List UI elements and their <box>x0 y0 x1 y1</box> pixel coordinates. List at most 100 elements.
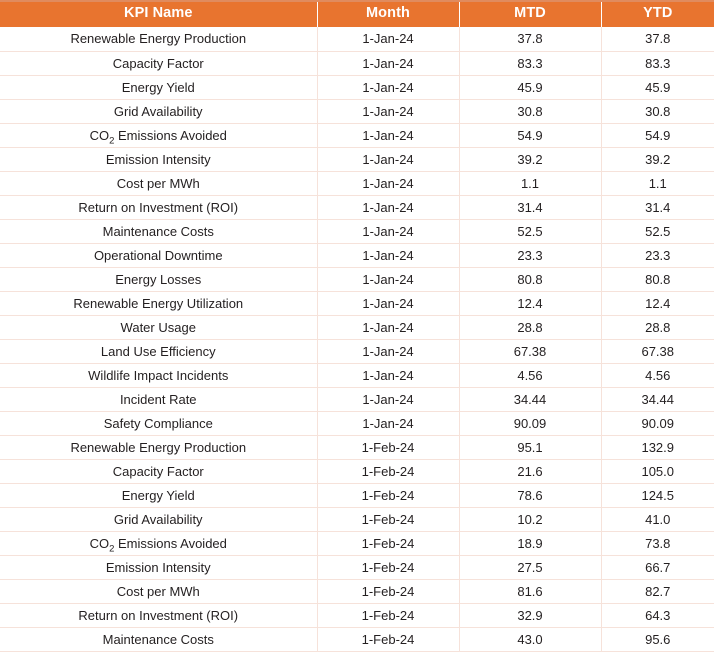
cell-kpi-name: Return on Investment (ROI) <box>0 195 318 220</box>
cell-kpi-name: Renewable Energy Utilization <box>0 291 318 316</box>
cell-month: 1-Feb-24 <box>317 483 460 508</box>
cell-mtd: 90.09 <box>459 411 602 436</box>
cell-ytd: 37.8 <box>601 27 714 52</box>
table-row[interactable]: Emission Intensity 1-Jan-24 39.2 39.2 <box>0 147 714 172</box>
table-row[interactable]: Renewable Energy Production 1-Jan-24 37.8 3… <box>0 27 714 52</box>
cell-month: 1-Feb-24 <box>317 627 460 652</box>
table-row[interactable]: Capacity Factor 1-Jan-24 83.3 83.3 <box>0 51 714 76</box>
table-row[interactable]: Maintenance Costs 1-Jan-24 52.5 52.5 <box>0 219 714 244</box>
cell-month: 1-Jan-24 <box>317 339 460 364</box>
cell-month: 1-Feb-24 <box>317 435 460 460</box>
cell-mtd: 78.6 <box>459 483 602 508</box>
cell-mtd: 34.44 <box>459 387 602 412</box>
cell-ytd: 39.2 <box>601 147 714 172</box>
cell-mtd: 83.3 <box>459 51 602 76</box>
cell-month: 1-Jan-24 <box>317 51 460 76</box>
table-row[interactable]: Emission Intensity 1-Feb-24 27.5 66.7 <box>0 555 714 580</box>
cell-ytd: 66.7 <box>601 555 714 580</box>
table-row[interactable]: Incident Rate 1-Jan-24 34.44 34.44 <box>0 387 714 412</box>
cell-kpi-name: Cost per MWh <box>0 579 318 604</box>
cell-month: 1-Jan-24 <box>317 291 460 316</box>
cell-mtd: 18.9 <box>459 531 602 556</box>
cell-month: 1-Jan-24 <box>317 387 460 412</box>
cell-ytd: 95.6 <box>601 627 714 652</box>
column-header-month[interactable]: Month <box>317 0 460 27</box>
table-row[interactable]: Energy Yield 1-Jan-24 45.9 45.9 <box>0 75 714 100</box>
table-row[interactable]: Renewable Energy Utilization 1-Jan-24 12.4… <box>0 291 714 316</box>
table-row[interactable]: Return on Investment (ROI) 1-Jan-24 31.4 31… <box>0 195 714 220</box>
cell-month: 1-Feb-24 <box>317 459 460 484</box>
table-row[interactable]: Wildlife Impact Incidents 1-Jan-24 4.56 4.5… <box>0 363 714 388</box>
cell-kpi-name: Incident Rate <box>0 387 318 412</box>
table-row[interactable]: Grid Availability 1-Feb-24 10.2 41.0 <box>0 507 714 532</box>
cell-mtd: 30.8 <box>459 99 602 124</box>
cell-mtd: 39.2 <box>459 147 602 172</box>
cell-month: 1-Jan-24 <box>317 147 460 172</box>
cell-ytd: 67.38 <box>601 339 714 364</box>
cell-ytd: 64.3 <box>601 603 714 628</box>
cell-kpi-name: Water Usage <box>0 315 318 340</box>
table-row[interactable]: Capacity Factor 1-Feb-24 21.6 105.0 <box>0 459 714 484</box>
cell-month: 1-Feb-24 <box>317 531 460 556</box>
cell-month: 1-Jan-24 <box>317 27 460 52</box>
table-row[interactable]: Renewable Energy Production 1-Feb-24 95.1 1… <box>0 435 714 460</box>
cell-ytd: 45.9 <box>601 75 714 100</box>
table-row[interactable]: Energy Yield 1-Feb-24 78.6 124.5 <box>0 483 714 508</box>
cell-ytd: 23.3 <box>601 243 714 268</box>
table-row[interactable]: Cost per MWh 1-Jan-24 1.1 1.1 <box>0 171 714 196</box>
cell-mtd: 43.0 <box>459 627 602 652</box>
cell-kpi-name: CO2 Emissions Avoided <box>0 531 318 556</box>
cell-kpi-name: Renewable Energy Production <box>0 27 318 52</box>
cell-mtd: 27.5 <box>459 555 602 580</box>
cell-kpi-name: Grid Availability <box>0 99 318 124</box>
cell-ytd: 132.9 <box>601 435 714 460</box>
cell-kpi-name: Wildlife Impact Incidents <box>0 363 318 388</box>
cell-month: 1-Feb-24 <box>317 555 460 580</box>
cell-kpi-name: Grid Availability <box>0 507 318 532</box>
table-row[interactable]: Energy Losses 1-Jan-24 80.8 80.8 <box>0 267 714 292</box>
cell-month: 1-Jan-24 <box>317 219 460 244</box>
cell-mtd: 12.4 <box>459 291 602 316</box>
table-header: KPI Name Month MTD YTD <box>0 0 714 27</box>
table-row[interactable]: CO2 Emissions Avoided 1-Feb-24 18.9 73.8 <box>0 531 714 556</box>
cell-mtd: 10.2 <box>459 507 602 532</box>
cell-kpi-name: Energy Yield <box>0 483 318 508</box>
cell-ytd: 28.8 <box>601 315 714 340</box>
cell-kpi-name: Energy Yield <box>0 75 318 100</box>
cell-kpi-name: Capacity Factor <box>0 459 318 484</box>
cell-kpi-name: Land Use Efficiency <box>0 339 318 364</box>
cell-kpi-name: Emission Intensity <box>0 147 318 172</box>
cell-kpi-name: Maintenance Costs <box>0 627 318 652</box>
table-row[interactable]: Cost per MWh 1-Feb-24 81.6 82.7 <box>0 579 714 604</box>
cell-kpi-name: Return on Investment (ROI) <box>0 603 318 628</box>
cell-mtd: 23.3 <box>459 243 602 268</box>
cell-month: 1-Jan-24 <box>317 171 460 196</box>
cell-mtd: 95.1 <box>459 435 602 460</box>
cell-mtd: 52.5 <box>459 219 602 244</box>
column-header-ytd[interactable]: YTD <box>601 0 714 27</box>
cell-ytd: 80.8 <box>601 267 714 292</box>
table-row[interactable]: Return on Investment (ROI) 1-Feb-24 32.9 64… <box>0 603 714 628</box>
table-row[interactable]: Maintenance Costs 1-Feb-24 43.0 95.6 <box>0 627 714 652</box>
cell-mtd: 31.4 <box>459 195 602 220</box>
table-row[interactable]: Grid Availability 1-Jan-24 30.8 30.8 <box>0 99 714 124</box>
table-row[interactable]: Operational Downtime 1-Jan-24 23.3 23.3 <box>0 243 714 268</box>
cell-month: 1-Feb-24 <box>317 507 460 532</box>
cell-month: 1-Jan-24 <box>317 363 460 388</box>
cell-month: 1-Jan-24 <box>317 195 460 220</box>
kpi-table-container: KPI Name Month MTD YTD Renewable Energy … <box>0 0 714 654</box>
cell-ytd: 4.56 <box>601 363 714 388</box>
column-header-mtd[interactable]: MTD <box>459 0 602 27</box>
table-row[interactable]: Safety Compliance 1-Jan-24 90.09 90.09 <box>0 411 714 436</box>
cell-mtd: 4.56 <box>459 363 602 388</box>
table-body: Renewable Energy Production 1-Jan-24 37.8 3… <box>0 27 714 652</box>
cell-kpi-name: Capacity Factor <box>0 51 318 76</box>
cell-ytd: 83.3 <box>601 51 714 76</box>
table-row[interactable]: CO2 Emissions Avoided 1-Jan-24 54.9 54.9 <box>0 123 714 148</box>
table-row[interactable]: Water Usage 1-Jan-24 28.8 28.8 <box>0 315 714 340</box>
cell-mtd: 21.6 <box>459 459 602 484</box>
column-header-kpi-name[interactable]: KPI Name <box>0 0 318 27</box>
cell-month: 1-Jan-24 <box>317 243 460 268</box>
cell-ytd: 30.8 <box>601 99 714 124</box>
table-row[interactable]: Land Use Efficiency 1-Jan-24 67.38 67.38 <box>0 339 714 364</box>
